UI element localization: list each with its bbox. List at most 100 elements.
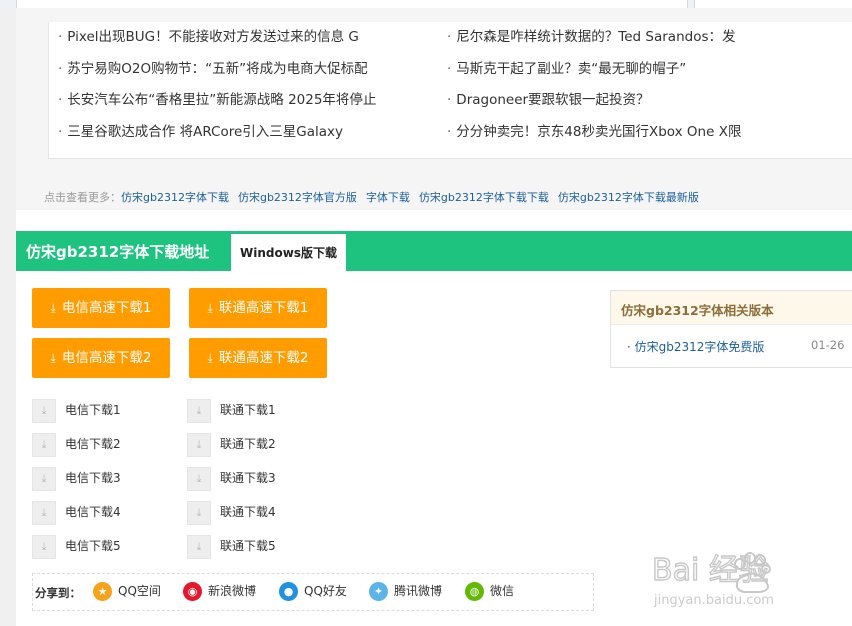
bullet-icon: · bbox=[58, 124, 63, 140]
wechat-icon: ◍ bbox=[465, 582, 484, 601]
news-link-text: 分分钟卖完！京东48秒卖光国行Xbox One X限 bbox=[456, 124, 742, 140]
more-link-1[interactable]: 仿宋gb2312字体下载 bbox=[121, 191, 229, 204]
qzone-icon: ★ bbox=[93, 582, 112, 601]
telecom-fast-download-1-button[interactable]: ⤓ 电信高速下载1 bbox=[32, 288, 170, 328]
download-icon: ⤓ bbox=[187, 432, 211, 457]
share-label-text: 微信 bbox=[490, 584, 515, 598]
more-link-3[interactable]: 字体下载 bbox=[366, 191, 410, 204]
more-link-2[interactable]: 仿宋gb2312字体官方版 bbox=[238, 191, 357, 204]
news-link[interactable]: · 长安汽车公布“香格里拉”新能源战略 2025年将停止 bbox=[58, 88, 376, 108]
download-icon: ⤓ bbox=[187, 500, 211, 525]
unicom-download-1-link[interactable]: ⤓ 联通下载1 bbox=[187, 398, 276, 423]
link-label: 联通下载5 bbox=[220, 539, 276, 553]
download-arrow-icon: ⤓ bbox=[207, 301, 213, 315]
more-link-4[interactable]: 仿宋gb2312字体下载下载 bbox=[419, 191, 549, 204]
news-link-text: 尼尔森是咋样统计数据的？Ted Sarandos：发 bbox=[456, 29, 736, 45]
telecom-download-1-link[interactable]: ⤓ 电信下载1 bbox=[32, 398, 121, 423]
button-label: 电信高速下载1 bbox=[61, 300, 152, 316]
share-label-text: 腾讯微博 bbox=[394, 584, 443, 598]
download-arrow-icon: ⤓ bbox=[207, 351, 213, 365]
button-label: 联通高速下载2 bbox=[218, 350, 309, 366]
download-icon: ⤓ bbox=[32, 466, 56, 491]
left-gutter bbox=[0, 0, 16, 626]
watermark-brand: Bai 经验 bbox=[652, 553, 769, 588]
share-tencent-weibo[interactable]: ✦ 腾讯微博 bbox=[369, 580, 442, 602]
share-wechat[interactable]: ◍ 微信 bbox=[465, 580, 514, 602]
telecom-download-5-link[interactable]: ⤓ 电信下载5 bbox=[32, 534, 121, 559]
telecom-download-2-link[interactable]: ⤓ 电信下载2 bbox=[32, 432, 121, 457]
more-link-5[interactable]: 仿宋gb2312字体下载最新版 bbox=[558, 191, 699, 204]
download-title: 仿宋gb2312字体下载地址 bbox=[26, 243, 210, 261]
link-label: 联通下载1 bbox=[220, 403, 276, 417]
link-label: 电信下载2 bbox=[65, 437, 121, 451]
related-version-date: 01-26 bbox=[811, 338, 845, 352]
telecom-fast-download-2-button[interactable]: ⤓ 电信高速下载2 bbox=[32, 338, 170, 378]
news-link-text: 三星谷歌达成合作 将ARCore引入三星Galaxy bbox=[67, 124, 344, 140]
link-label: 电信下载4 bbox=[65, 505, 121, 519]
link-label: 电信下载5 bbox=[65, 539, 121, 553]
download-arrow-icon: ⤓ bbox=[50, 351, 56, 365]
download-arrow-icon: ⤓ bbox=[50, 301, 56, 315]
unicom-fast-download-1-button[interactable]: ⤓ 联通高速下载1 bbox=[189, 288, 327, 328]
weibo-icon: ◉ bbox=[183, 582, 202, 601]
qq-icon: ● bbox=[279, 582, 298, 601]
bullet-icon: · bbox=[58, 92, 63, 108]
unicom-download-2-link[interactable]: ⤓ 联通下载2 bbox=[187, 432, 276, 457]
unicom-fast-download-2-button[interactable]: ⤓ 联通高速下载2 bbox=[189, 338, 327, 378]
share-qq[interactable]: ● QQ好友 bbox=[279, 580, 347, 602]
baidu-jingyan-watermark: Bai 经验 jingyan.baidu.com bbox=[651, 552, 774, 608]
button-label: 电信高速下载2 bbox=[61, 350, 152, 366]
news-link-text: 长安汽车公布“香格里拉”新能源战略 2025年将停止 bbox=[67, 92, 377, 108]
share-label-text: QQ好友 bbox=[304, 584, 347, 598]
news-link-text: 苏宁易购O2O购物节：“五新”将成为电商大促标配 bbox=[67, 61, 368, 77]
share-label-text: 新浪微博 bbox=[208, 584, 257, 598]
share-weibo[interactable]: ◉ 新浪微博 bbox=[183, 580, 256, 602]
bullet-icon: · bbox=[58, 61, 63, 77]
tencent-weibo-icon: ✦ bbox=[369, 582, 388, 601]
more-links-row: 点击查看更多：仿宋gb2312字体下载 仿宋gb2312字体官方版 字体下载 仿宋gb… bbox=[44, 189, 708, 205]
related-versions-header: 仿宋gb2312字体相关版本 bbox=[611, 291, 852, 325]
news-link[interactable]: · 苏宁易购O2O购物节：“五新”将成为电商大促标配 bbox=[58, 57, 368, 77]
button-label: 联通高速下载1 bbox=[218, 300, 309, 316]
related-versions-panel: 仿宋gb2312字体相关版本 · 仿宋gb2312字体免费版 01-26 bbox=[610, 290, 852, 368]
news-link[interactable]: · 马斯克干起了副业？卖“最无聊的帽子” bbox=[447, 57, 686, 77]
share-label: 分享到： bbox=[35, 586, 81, 600]
related-version-name: 仿宋gb2312字体免费版 bbox=[634, 340, 765, 354]
news-link[interactable]: · Pixel出现BUG！不能接收对方发送过来的信息 G bbox=[58, 25, 359, 45]
news-link-text: Pixel出现BUG！不能接收对方发送过来的信息 G bbox=[67, 29, 359, 45]
news-link[interactable]: · 尼尔森是咋样统计数据的？Ted Sarandos：发 bbox=[447, 25, 736, 45]
unicom-download-4-link[interactable]: ⤓ 联通下载4 bbox=[187, 500, 276, 525]
link-label: 联通下载2 bbox=[220, 437, 276, 451]
unicom-download-5-link[interactable]: ⤓ 联通下载5 bbox=[187, 534, 276, 559]
share-label-text: QQ空间 bbox=[118, 584, 161, 598]
bullet-icon: · bbox=[58, 29, 63, 45]
link-label: 联通下载4 bbox=[220, 505, 276, 519]
download-icon: ⤓ bbox=[32, 398, 56, 423]
download-icon: ⤓ bbox=[32, 432, 56, 457]
tab-windows[interactable]: Windows版下载 bbox=[231, 234, 346, 271]
telecom-download-3-link[interactable]: ⤓ 电信下载3 bbox=[32, 466, 121, 491]
download-header: 仿宋gb2312字体下载地址 Windows版下载 bbox=[16, 231, 852, 271]
link-label: 电信下载1 bbox=[65, 403, 121, 417]
news-link-text: 马斯克干起了副业？卖“最无聊的帽子” bbox=[456, 61, 687, 77]
share-bar: 分享到： ★ QQ空间 ◉ 新浪微博 ● QQ好友 ✦ 腾讯微博 ◍ 微信 bbox=[32, 573, 594, 611]
news-link-text: Dragoneer要跟软银一起投资？ bbox=[456, 92, 650, 108]
download-icon: ⤓ bbox=[32, 534, 56, 559]
link-label: 电信下载3 bbox=[65, 471, 121, 485]
news-link[interactable]: · Dragoneer要跟软银一起投资？ bbox=[447, 88, 650, 108]
download-icon: ⤓ bbox=[187, 534, 211, 559]
telecom-download-4-link[interactable]: ⤓ 电信下载4 bbox=[32, 500, 121, 525]
link-label: 联通下载3 bbox=[220, 471, 276, 485]
unicom-download-3-link[interactable]: ⤓ 联通下载3 bbox=[187, 466, 276, 491]
bullet-icon: · bbox=[447, 124, 452, 140]
more-label: 点击查看更多： bbox=[44, 191, 121, 204]
news-link[interactable]: · 三星谷歌达成合作 将ARCore引入三星Galaxy bbox=[58, 120, 343, 140]
share-qzone[interactable]: ★ QQ空间 bbox=[93, 580, 161, 602]
related-version-link[interactable]: · 仿宋gb2312字体免费版 bbox=[627, 338, 764, 355]
bullet-icon: · bbox=[447, 61, 452, 77]
related-versions-title: 仿宋gb2312字体相关版本 bbox=[621, 303, 774, 318]
download-icon: ⤓ bbox=[187, 398, 211, 423]
download-icon: ⤓ bbox=[32, 500, 56, 525]
bullet-icon: · bbox=[447, 29, 452, 45]
news-link[interactable]: · 分分钟卖完！京东48秒卖光国行Xbox One X限 bbox=[447, 120, 741, 140]
